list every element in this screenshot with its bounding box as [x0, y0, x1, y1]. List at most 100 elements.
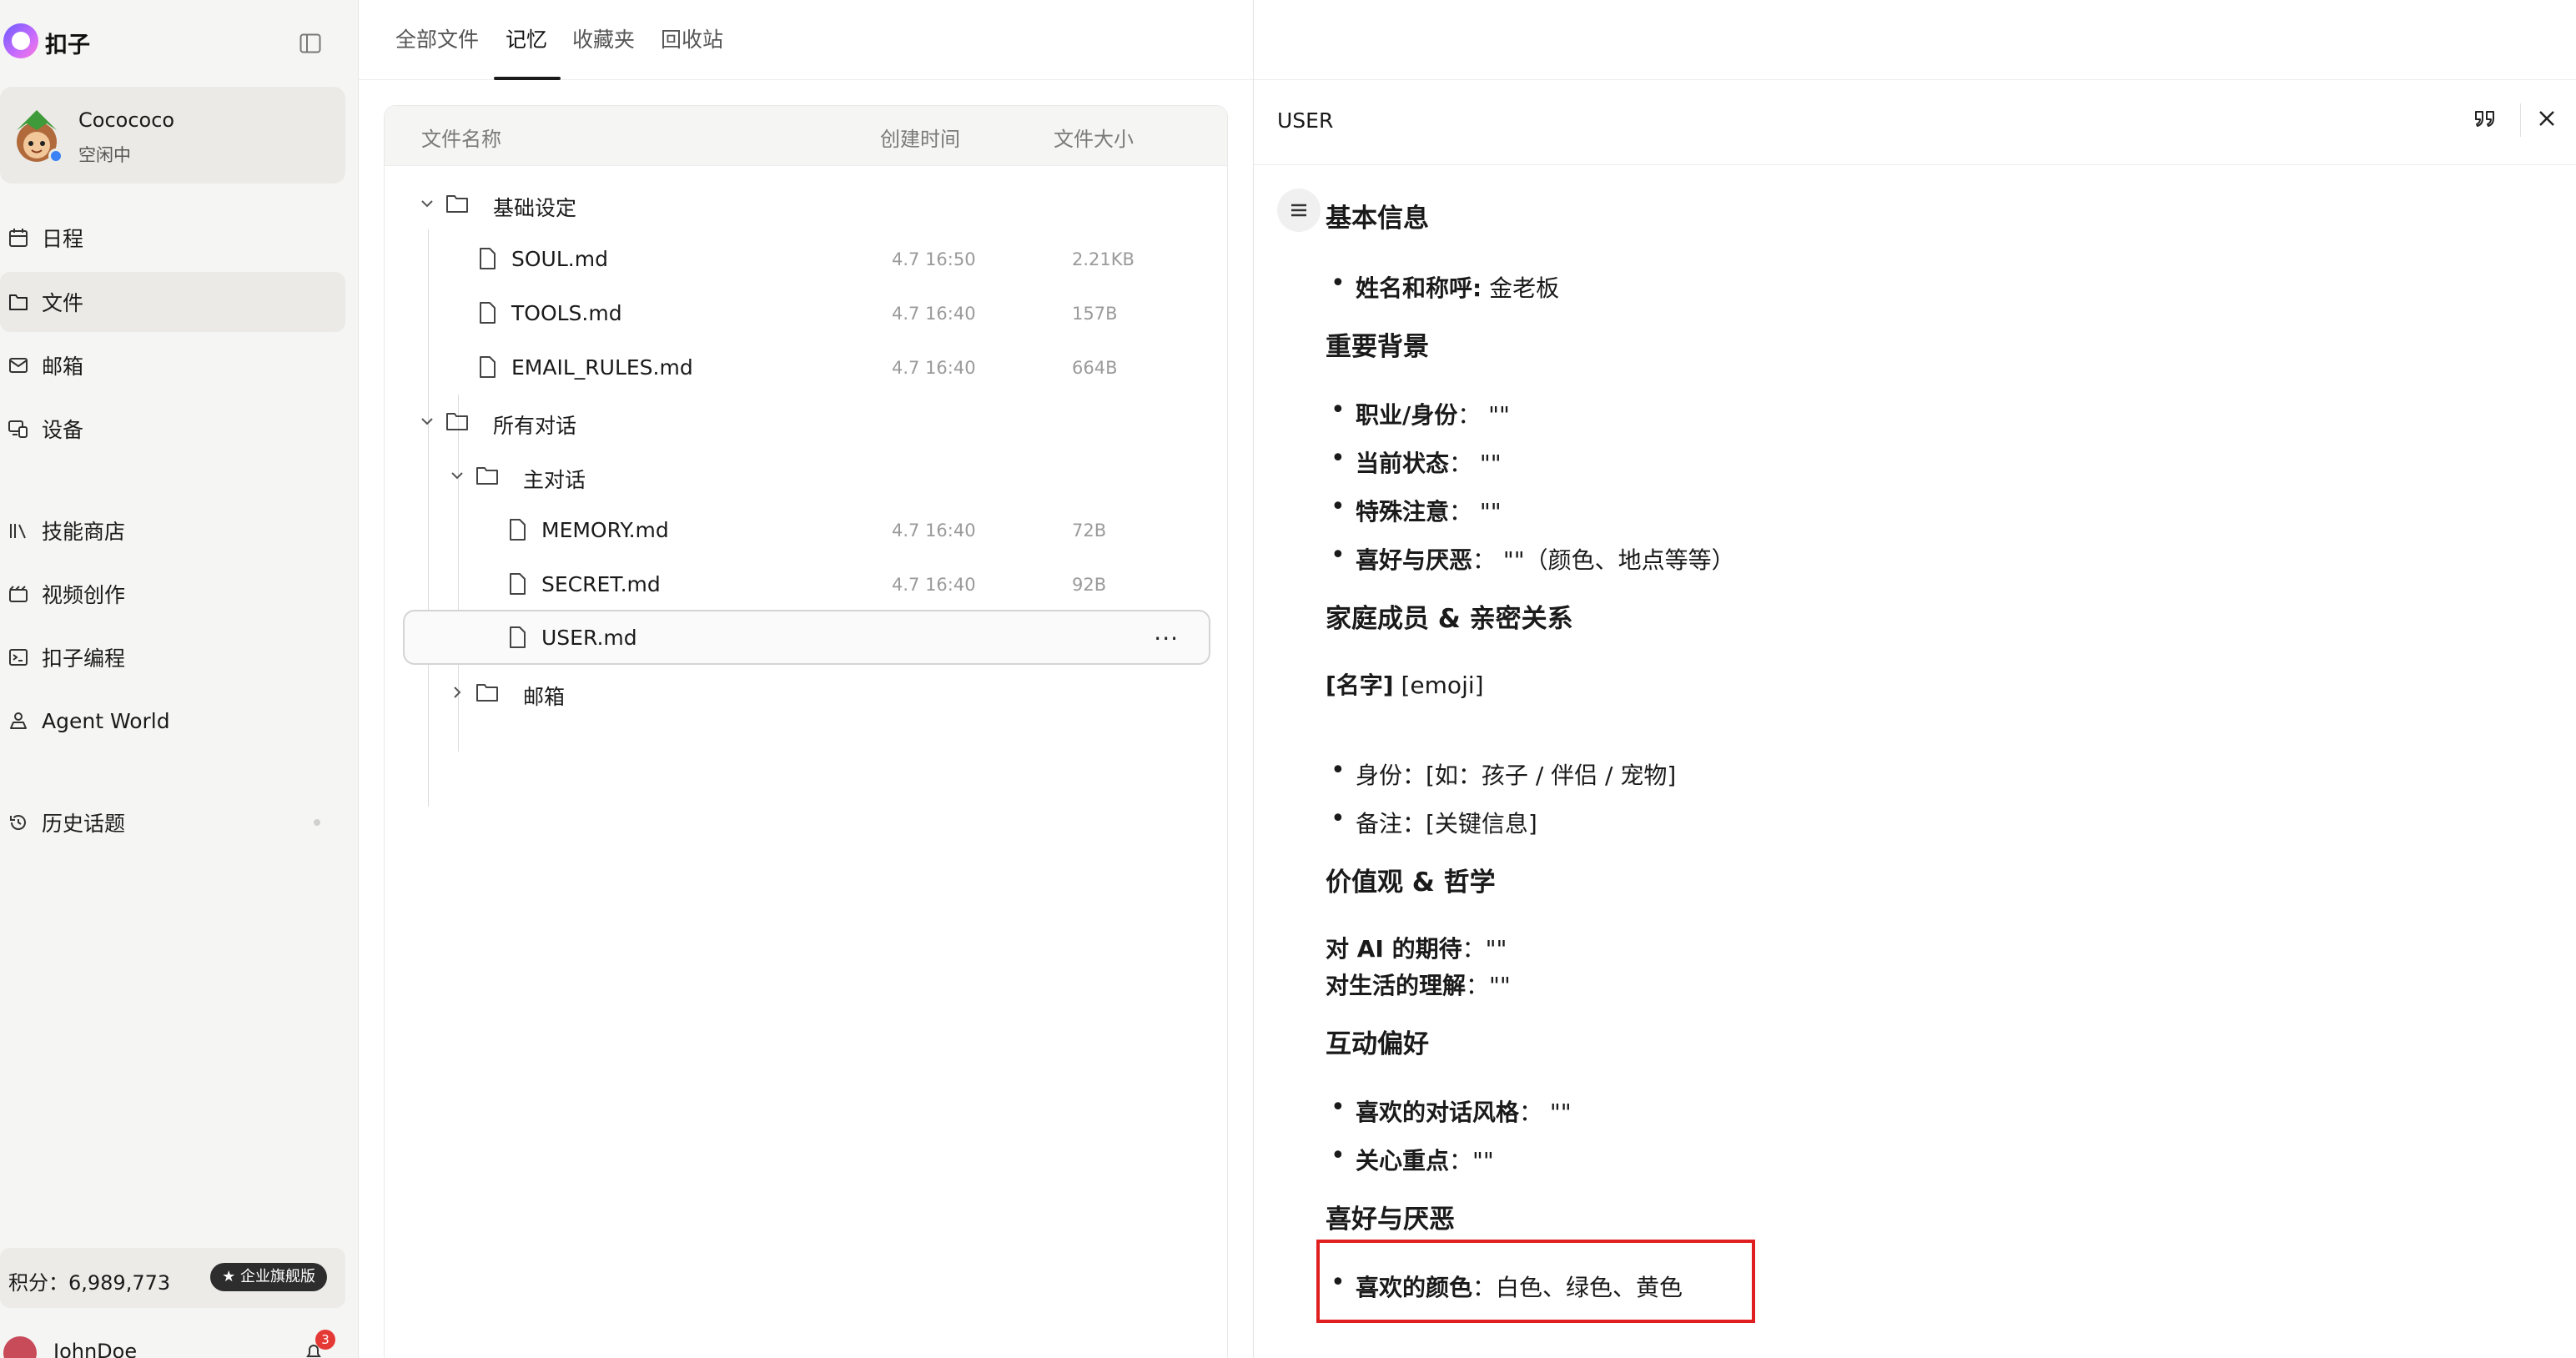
online-status-indicator: [48, 148, 63, 163]
tab-favorites[interactable]: 收藏夹: [572, 23, 635, 53]
field-key: 职业/身份: [1356, 401, 1458, 429]
nav-item-mail[interactable]: 邮箱: [0, 335, 345, 395]
tree-item-name: MEMORY.md: [541, 518, 669, 542]
heading-family: 家庭成员 & 亲密关系: [1326, 604, 1573, 634]
column-header-created[interactable]: 创建时间: [880, 123, 960, 152]
heading-interaction: 互动偏好: [1326, 1029, 1429, 1059]
field-key: [名字]: [1326, 671, 1394, 699]
folder-icon: [446, 413, 468, 430]
close-icon[interactable]: [2537, 108, 2557, 128]
profile-status: 空闲中: [78, 145, 131, 165]
folder-icon: [7, 290, 30, 314]
nav-item-devices[interactable]: 设备: [0, 399, 345, 459]
tree-item-name: SECRET.md: [541, 572, 661, 596]
tab-memory[interactable]: 记忆: [506, 23, 547, 53]
tree-row-file[interactable]: SECRET.md 4.7 16:40 92B: [385, 558, 1227, 611]
table-of-contents-button[interactable]: [1277, 189, 1321, 232]
quote-icon[interactable]: [2473, 107, 2497, 130]
file-icon: [480, 356, 496, 378]
tree-item-name: SOUL.md: [511, 247, 608, 271]
chevron-right-icon[interactable]: [448, 683, 466, 702]
app-header: 扣子: [0, 17, 342, 67]
points-balance: 积分：6,989,773: [8, 1271, 171, 1295]
tree-row-folder[interactable]: 所有对话: [385, 395, 1227, 449]
file-size: 157B: [1072, 304, 1118, 324]
highlight-annotation-box: [1316, 1240, 1755, 1323]
file-created-time: 4.7 16:50: [892, 249, 976, 269]
column-header-name[interactable]: 文件名称: [421, 123, 501, 152]
tree-row-folder[interactable]: 邮箱: [385, 666, 1227, 720]
agent-icon: [7, 709, 30, 732]
tree-row-file[interactable]: TOOLS.md 4.7 16:40 157B: [385, 287, 1227, 340]
field-key: 特殊注意: [1356, 498, 1450, 526]
nav-item-coze-coding[interactable]: 扣子编程: [0, 627, 345, 687]
column-header-size[interactable]: 文件大小: [1054, 123, 1134, 152]
file-list-panel: 文件名称 创建时间 文件大小 基础设定 SOUL.md 4.7 16:50 2.…: [384, 105, 1228, 1358]
field-key: 对生活的理解: [1326, 972, 1467, 999]
field-value: ： "": [1457, 401, 1510, 429]
file-icon: [510, 626, 526, 648]
nav-item-agent-world[interactable]: Agent World: [0, 691, 345, 751]
tree-row-file[interactable]: MEMORY.md 4.7 16:40 72B: [385, 504, 1227, 557]
file-size: 664B: [1072, 358, 1118, 378]
plan-badge[interactable]: ★ 企业旗舰版: [210, 1263, 327, 1291]
field-key: 喜好与厌恶: [1356, 546, 1473, 574]
file-preview-panel: USER 基本信息 姓名和称呼: 金老板 重要背景 职业/身份： "" 当前状态…: [1253, 0, 2576, 1358]
file-icon: [480, 302, 496, 324]
menu-icon: [1291, 204, 1306, 217]
nav-item-files[interactable]: 文件: [0, 272, 345, 332]
app-logo-icon: [3, 23, 38, 58]
folder-icon: [476, 467, 498, 485]
tree-item-name: TOOLS.md: [511, 301, 622, 325]
tree-item-name: 基础设定: [493, 196, 577, 220]
field-value: [emoji]: [1393, 671, 1484, 699]
tree-row-file[interactable]: SOUL.md 4.7 16:50 2.21KB: [385, 233, 1227, 286]
tab-all-files[interactable]: 全部文件: [395, 23, 479, 53]
tree-row-file-selected[interactable]: USER.md ···: [403, 610, 1210, 665]
nav-item-video-creation[interactable]: 视频创作: [0, 564, 345, 624]
chevron-down-icon[interactable]: [418, 412, 436, 430]
preview-title: USER: [1277, 108, 1334, 133]
user-name: JohnDoe: [53, 1340, 138, 1358]
notification-count-badge: 3: [315, 1330, 335, 1350]
nav-item-label: 文件: [42, 291, 84, 315]
nav-item-skill-store[interactable]: 技能商店: [0, 500, 345, 561]
field-value: ： "": [1449, 498, 1502, 526]
account-row[interactable]: JohnDoe 3: [0, 1325, 345, 1358]
preview-header: [1254, 80, 2576, 165]
tab-bar: 全部文件 记忆 收藏夹 回收站: [359, 0, 1253, 80]
tree-item-name: USER.md: [541, 626, 637, 650]
nav-item-history[interactable]: 历史话题: [0, 792, 345, 853]
user-avatar: [3, 1336, 37, 1358]
sidebar-toggle-icon: [299, 33, 321, 53]
file-icon: [510, 519, 526, 541]
terminal-icon: [7, 646, 30, 669]
points-card[interactable]: 积分：6,989,773 ★ 企业旗舰版: [0, 1248, 345, 1308]
chevron-down-icon[interactable]: [418, 194, 436, 213]
field-value: ： ""（颜色、地点等等）: [1472, 546, 1735, 574]
history-indicator-dot: [314, 819, 320, 826]
more-options-button[interactable]: ···: [1154, 625, 1179, 652]
list-item: 备注：[关键信息]: [1331, 804, 1537, 839]
field-value: ： "": [1519, 1099, 1572, 1126]
tree-row-folder[interactable]: 主对话: [385, 450, 1227, 503]
heading-background: 重要背景: [1326, 332, 1429, 362]
chevron-down-icon[interactable]: [448, 466, 466, 485]
nav-item-label: 邮箱: [42, 355, 84, 379]
field-key: 对 AI 的期待: [1326, 935, 1462, 963]
collapse-sidebar-button[interactable]: [295, 28, 325, 58]
profile-card[interactable]: Cocococo 空闲中: [0, 87, 345, 184]
list-item: 职业/身份： "": [1331, 395, 1510, 430]
file-icon: [510, 573, 526, 595]
file-list-header: 文件名称 创建时间 文件大小: [385, 106, 1227, 166]
field-value: ："": [1449, 1147, 1494, 1174]
app-name: 扣子: [45, 33, 90, 58]
list-item: 关心重点："": [1331, 1141, 1494, 1176]
tree-row-file[interactable]: EMAIL_RULES.md 4.7 16:40 664B: [385, 341, 1227, 395]
tree-item-name: 所有对话: [493, 414, 577, 438]
nav-item-label: Agent World: [42, 708, 170, 733]
tree-row-folder[interactable]: 基础设定: [385, 178, 1227, 231]
tab-recycle-bin[interactable]: 回收站: [661, 23, 723, 53]
video-icon: [7, 582, 30, 606]
nav-item-schedule[interactable]: 日程: [0, 208, 345, 268]
